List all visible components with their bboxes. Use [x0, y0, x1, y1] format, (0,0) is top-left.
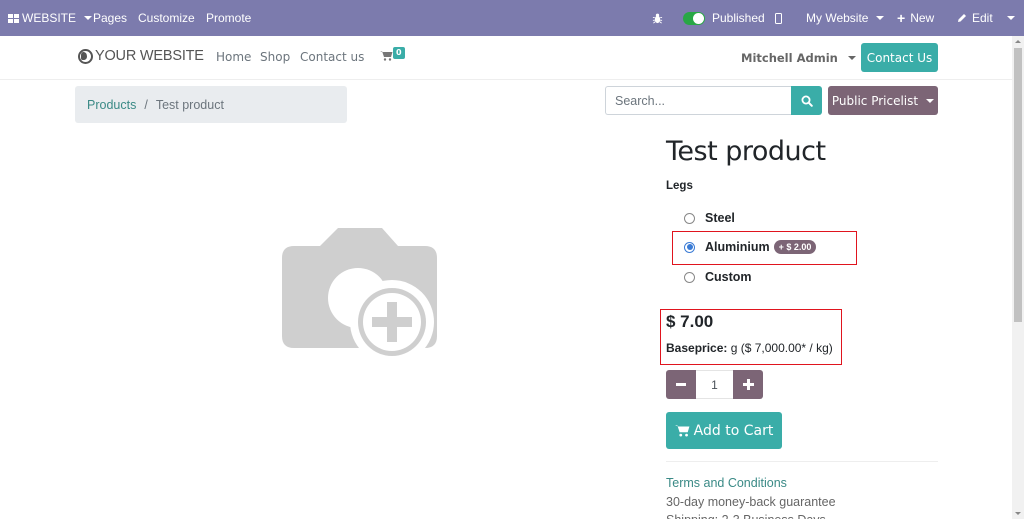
option-custom[interactable]: Custom	[684, 270, 752, 284]
pricelist-label: Public Pricelist	[831, 93, 919, 108]
website-switcher-label: My Website	[806, 11, 869, 25]
admin-topbar: WEBSITE Pages Customize Promote Publishe…	[0, 0, 1024, 36]
highlight-box-aluminium	[672, 231, 857, 265]
product-image-placeholder	[280, 226, 440, 366]
caret-down-icon	[1007, 16, 1015, 20]
caret-down-icon	[876, 16, 885, 20]
scroll-up-arrow-icon[interactable]	[1015, 40, 1021, 43]
website-menu[interactable]: WEBSITE	[8, 0, 93, 36]
search-button[interactable]	[791, 86, 822, 115]
user-name: Mitchell Admin	[741, 51, 838, 65]
mobile-preview-button[interactable]	[775, 0, 782, 36]
breadcrumb-products-link[interactable]: Products	[87, 98, 136, 112]
published-label: Published	[712, 11, 765, 25]
quantity-decrease-button[interactable]	[666, 370, 696, 399]
edit-button[interactable]: Edit	[957, 0, 993, 36]
website-switcher[interactable]: My Website	[806, 0, 885, 36]
site-logo[interactable]: YOUR WEBSITE	[78, 48, 204, 64]
caret-down-icon	[847, 56, 856, 60]
website-menu-label: WEBSITE	[22, 11, 77, 25]
scroll-down-arrow-icon[interactable]	[1015, 512, 1021, 515]
customize-menu[interactable]: Customize	[138, 0, 195, 36]
add-to-cart-button[interactable]: Add to Cart	[666, 412, 782, 449]
quantity-input[interactable]	[696, 370, 733, 399]
quantity-increase-button[interactable]	[733, 370, 763, 399]
new-button[interactable]: + New	[897, 0, 934, 36]
camera-plus-icon	[282, 228, 437, 364]
terms-and-conditions-link[interactable]: Terms and Conditions	[666, 476, 787, 490]
breadcrumb-separator: /	[144, 97, 148, 112]
logo-text: YOUR WEBSITE	[95, 48, 204, 64]
radio-steel[interactable]	[684, 212, 695, 224]
shopping-cart-icon	[674, 425, 690, 437]
highlight-box-price	[660, 309, 842, 365]
nav-home[interactable]: Home	[216, 50, 251, 64]
edit-label: Edit	[972, 11, 993, 25]
pencil-icon	[958, 14, 966, 22]
radio-custom[interactable]	[684, 271, 695, 283]
option-custom-label: Custom	[705, 270, 752, 284]
minus-icon	[676, 383, 686, 386]
breadcrumb-current: Test product	[155, 97, 224, 112]
nav-contact-us[interactable]: Contact us	[300, 50, 364, 64]
publish-toggle[interactable]: Published	[683, 0, 765, 36]
globe-icon	[78, 48, 93, 64]
new-label: New	[910, 11, 935, 25]
search-icon	[801, 95, 813, 107]
more-dropdown[interactable]	[1004, 0, 1015, 36]
guarantee-text: 30-day money-back guarantee	[666, 495, 836, 509]
site-header: YOUR WEBSITE Home Shop Contact us 0 Mitc…	[0, 36, 1012, 80]
cart-count-badge: 0	[393, 47, 405, 59]
toggle-switch[interactable]	[683, 11, 705, 25]
apps-grid-icon	[8, 13, 19, 23]
mobile-phone-icon	[775, 12, 782, 24]
search-input[interactable]	[605, 86, 791, 115]
user-menu[interactable]: Mitchell Admin	[741, 51, 856, 65]
bug-icon	[652, 13, 663, 23]
divider	[666, 461, 938, 462]
caret-down-icon	[84, 16, 93, 20]
shopping-cart-icon[interactable]	[380, 50, 393, 65]
option-steel[interactable]: Steel	[684, 211, 735, 225]
shipping-text: Shipping: 2-3 Business Days	[666, 513, 826, 519]
breadcrumb: Products / Test product	[75, 86, 347, 123]
contact-us-button[interactable]: Contact Us	[861, 43, 938, 72]
product-title: Test product	[666, 136, 826, 167]
attribute-label-legs: Legs	[666, 180, 693, 192]
debug-button[interactable]	[652, 0, 663, 36]
plus-icon	[742, 379, 754, 390]
pricelist-dropdown[interactable]: Public Pricelist	[828, 86, 938, 115]
plus-icon: +	[897, 10, 906, 26]
add-to-cart-label: Add to Cart	[693, 422, 774, 439]
scrollbar-thumb[interactable]	[1014, 48, 1022, 322]
promote-menu[interactable]: Promote	[206, 0, 251, 36]
pages-menu[interactable]: Pages	[93, 0, 127, 36]
caret-down-icon	[926, 98, 935, 103]
nav-shop[interactable]: Shop	[260, 50, 290, 64]
option-steel-label: Steel	[705, 211, 735, 225]
page-scrollbar[interactable]	[1012, 36, 1024, 519]
